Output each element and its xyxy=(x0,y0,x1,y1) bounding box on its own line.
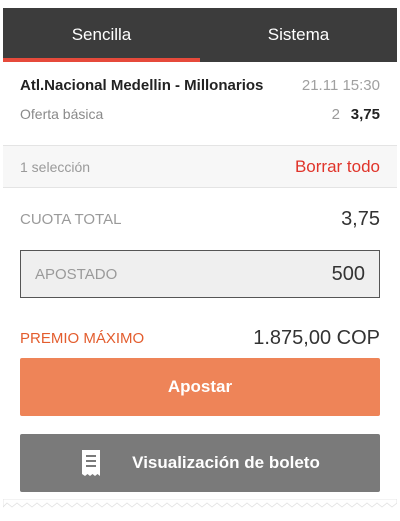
total-odds-label: CUOTA TOTAL xyxy=(20,210,122,228)
stake-input[interactable]: APOSTADO 500 xyxy=(20,250,380,298)
place-bet-label: Apostar xyxy=(167,377,233,396)
tab-system[interactable]: Sistema xyxy=(200,8,397,62)
total-odds-row: CUOTA TOTAL 3,75 xyxy=(3,188,397,250)
clear-all-link[interactable]: Borrar todo xyxy=(295,157,380,177)
max-prize-value: 1.875,00 COP xyxy=(253,326,380,349)
selection-odds: 3,75 xyxy=(350,105,380,123)
match-date: 21.11 15:30 xyxy=(301,76,380,94)
max-prize-label: PREMIO MÁXIMO xyxy=(20,329,145,347)
stake-value[interactable]: 500 xyxy=(332,263,365,286)
tab-single[interactable]: Sencilla xyxy=(3,8,200,62)
pick-outcome: 2 xyxy=(331,105,340,123)
stake-label: APOSTADO xyxy=(35,265,118,283)
betslip: Sencilla Sistema Atl.Nacional Medellin -… xyxy=(3,8,397,508)
bet-selection: Atl.Nacional Medellin - Millonarios 21.1… xyxy=(3,62,397,146)
receipt-icon xyxy=(80,449,102,477)
view-ticket-button[interactable]: Visualización de boleto xyxy=(20,434,380,492)
view-ticket-label: Visualización de boleto xyxy=(132,453,320,472)
tab-single-label: Sencilla xyxy=(71,25,132,44)
tab-system-label: Sistema xyxy=(267,25,330,44)
ticket-edge xyxy=(3,499,397,508)
match-name: Atl.Nacional Medellin - Millonarios xyxy=(20,76,264,94)
selection-summary: 1 selección Borrar todo xyxy=(3,146,397,188)
place-bet-button[interactable]: Apostar xyxy=(20,358,380,416)
market-name: Oferta básica xyxy=(20,106,104,122)
total-odds-value: 3,75 xyxy=(341,207,380,230)
betslip-tabs: Sencilla Sistema xyxy=(3,8,397,62)
selection-count: 1 selección xyxy=(20,158,91,175)
